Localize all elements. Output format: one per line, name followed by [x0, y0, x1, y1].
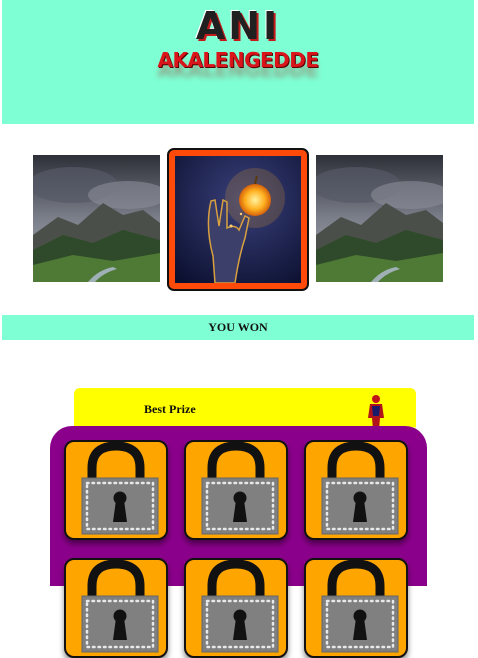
gallery-tile-selected[interactable]: [167, 148, 309, 291]
header-banner: ANI AKALENGEDDE: [2, 0, 474, 124]
gallery-tile-right[interactable]: [316, 155, 443, 282]
brand-logo: ANI AKALENGEDDE: [2, 0, 474, 124]
locker-cell[interactable]: [304, 440, 408, 540]
hand-apple-image: [175, 156, 301, 283]
logo-subtitle: AKALENGEDDE: [157, 48, 319, 72]
padlock-icon: [306, 442, 406, 538]
locker-cell[interactable]: [184, 440, 288, 540]
result-status: YOU WON: [2, 315, 474, 340]
prize-locker-grid: [50, 426, 427, 658]
logo-title: ANI: [195, 4, 281, 48]
golden-apple-icon: [175, 156, 301, 283]
padlock-icon: [186, 442, 286, 538]
superhero-figure-icon: [366, 395, 386, 430]
locker-cell[interactable]: [64, 558, 168, 658]
locker-cell[interactable]: [64, 440, 168, 540]
mountain-landscape-image: [316, 155, 443, 282]
mountain-landscape-image: [33, 155, 160, 282]
prize-label: Best Prize: [144, 402, 196, 416]
best-prize-banner: Best Prize: [74, 388, 416, 430]
padlock-icon: [66, 442, 166, 538]
padlock-icon: [306, 560, 406, 656]
locker-cell[interactable]: [184, 558, 288, 658]
locker-cell[interactable]: [304, 558, 408, 658]
padlock-icon: [66, 560, 166, 656]
padlock-icon: [186, 560, 286, 656]
gallery-tile-left[interactable]: [33, 155, 160, 282]
